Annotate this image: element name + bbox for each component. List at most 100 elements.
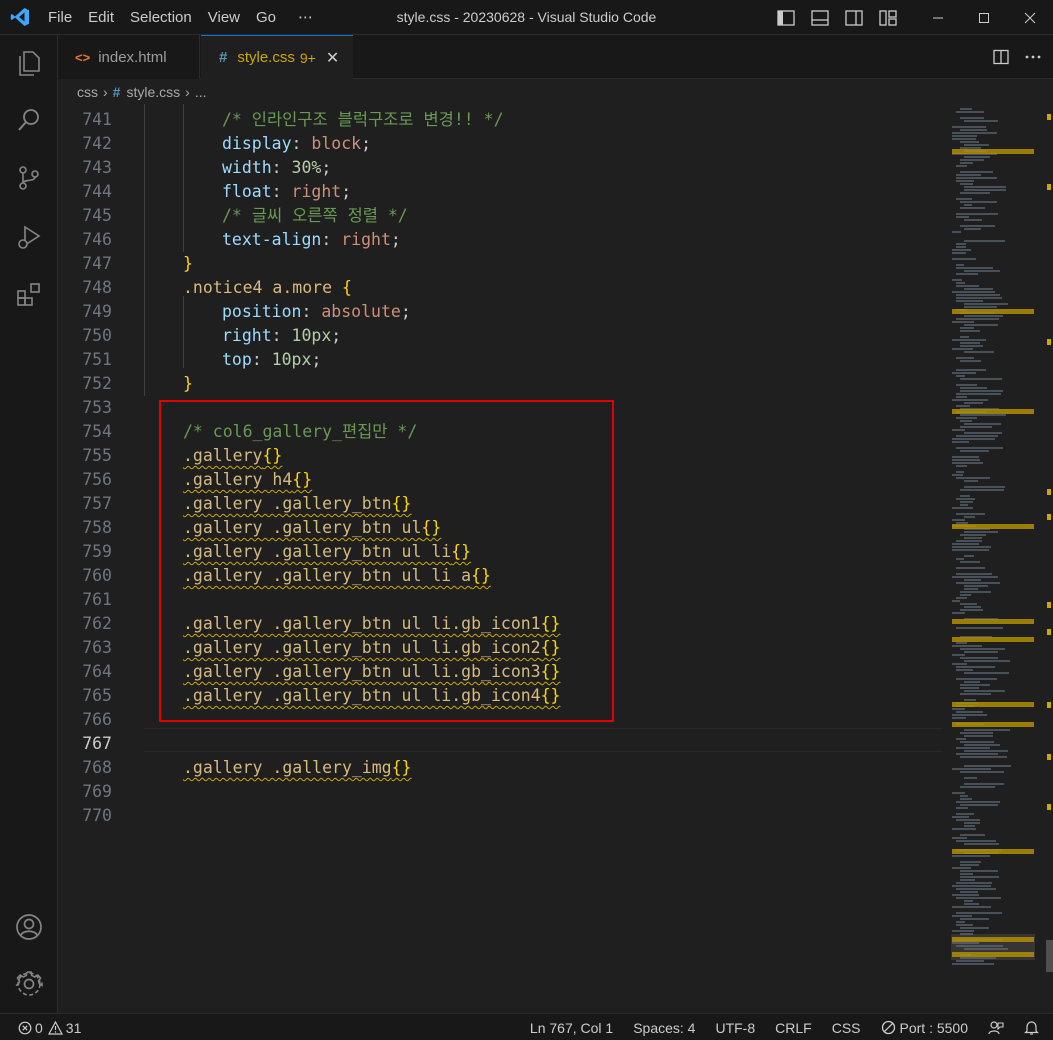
code-line[interactable]: 766	[58, 708, 943, 732]
code-line[interactable]: 742 display: block;	[58, 132, 943, 156]
feedback-icon[interactable]	[988, 1020, 1004, 1036]
minimap-line	[964, 288, 993, 290]
run-debug-icon[interactable]	[0, 213, 58, 261]
code-line[interactable]: 758 .gallery .gallery_btn ul{}	[58, 516, 943, 540]
code-line[interactable]: 760 .gallery .gallery_btn ul li a{}	[58, 564, 943, 588]
extensions-icon[interactable]	[0, 271, 58, 319]
code-line[interactable]: 753	[58, 396, 943, 420]
code-token: .gallery h4	[183, 470, 293, 489]
close-window-icon[interactable]	[1007, 0, 1053, 35]
accounts-icon[interactable]	[0, 903, 58, 951]
minimap-highlight	[952, 722, 1034, 727]
tab-style-css[interactable]: # style.css 9+ ✕	[201, 35, 353, 79]
code-text: /* 인라인구조 블럭구조로 변경!! */	[222, 108, 504, 132]
breadcrumb-symbol[interactable]: ...	[195, 84, 207, 100]
code-line[interactable]: 752}	[58, 372, 943, 396]
code-line[interactable]: 770	[58, 804, 943, 828]
code-line[interactable]: 763 .gallery .gallery_btn ul li.gb_icon2{…	[58, 636, 943, 660]
code-line[interactable]: 761	[58, 588, 943, 612]
code-line[interactable]: 767	[58, 732, 943, 756]
notifications-bell-icon[interactable]	[1024, 1020, 1039, 1036]
minimap[interactable]	[943, 104, 1053, 1013]
maximize-icon[interactable]	[961, 0, 1007, 35]
toggle-primary-sidebar-icon[interactable]	[769, 0, 803, 35]
code-line[interactable]: 759 .gallery .gallery_btn ul li{}	[58, 540, 943, 564]
menu-view[interactable]: View	[200, 0, 248, 35]
minimap-line	[960, 387, 987, 389]
more-actions-icon[interactable]	[1017, 35, 1049, 79]
toggle-panel-icon[interactable]	[803, 0, 837, 35]
code-token: top	[222, 350, 252, 369]
code-line[interactable]: 756 .gallery h4{}	[58, 468, 943, 492]
code-line[interactable]: 755 .gallery{}	[58, 444, 943, 468]
code-text: }	[183, 372, 193, 396]
code-line[interactable]: 744 float: right;	[58, 180, 943, 204]
problems-status[interactable]: 0 31	[18, 1020, 81, 1036]
minimap-line	[960, 330, 980, 332]
end-of-line[interactable]: CRLF	[775, 1020, 812, 1036]
minimap-line	[956, 369, 986, 371]
breadcrumb-folder[interactable]: css	[77, 84, 98, 100]
line-number: 745	[82, 206, 112, 225]
breadcrumb-file[interactable]: style.css	[126, 84, 180, 100]
code-token: .gallery .gallery_btn ul li	[183, 542, 452, 561]
minimap-line	[952, 663, 967, 665]
code-token: float	[222, 182, 272, 201]
code-line[interactable]: 743 width: 30%;	[58, 156, 943, 180]
code-line[interactable]: 757 .gallery .gallery_btn{}	[58, 492, 943, 516]
code-line[interactable]: 769	[58, 780, 943, 804]
minimap-line	[956, 405, 970, 407]
code-token: :	[271, 182, 292, 201]
minimap-line	[956, 267, 993, 269]
code-line[interactable]: 749 position: absolute;	[58, 300, 943, 324]
tab-index-html[interactable]: <> index.html	[58, 35, 200, 79]
vertical-scrollbar[interactable]	[1046, 940, 1053, 972]
code-line[interactable]: 748 .notice4 a.more {	[58, 276, 943, 300]
split-editor-icon[interactable]	[985, 35, 1017, 79]
customize-layout-icon[interactable]	[871, 0, 905, 35]
menu-edit[interactable]: Edit	[80, 0, 122, 35]
explorer-icon[interactable]	[0, 39, 58, 87]
encoding[interactable]: UTF-8	[715, 1020, 755, 1036]
line-number: 757	[82, 494, 112, 513]
source-control-icon[interactable]	[0, 154, 58, 202]
close-tab-icon[interactable]: ✕	[326, 48, 339, 68]
search-icon[interactable]	[0, 96, 58, 144]
code-line[interactable]: 764 .gallery .gallery_btn ul li.gb_icon3{…	[58, 660, 943, 684]
code-line[interactable]: 750 right: 10px;	[58, 324, 943, 348]
toggle-secondary-sidebar-icon[interactable]	[837, 0, 871, 35]
minimap-line	[956, 417, 977, 419]
indentation[interactable]: Spaces: 4	[633, 1020, 695, 1036]
minimap-line	[952, 258, 976, 260]
menu-go[interactable]: Go	[248, 0, 284, 35]
cursor-position[interactable]: Ln 767, Col 1	[530, 1020, 613, 1036]
code-token: .gallery .gallery_btn ul li a	[183, 566, 472, 585]
language-mode[interactable]: CSS	[832, 1020, 861, 1036]
minimap-line	[964, 588, 978, 590]
minimap-line	[956, 888, 996, 890]
code-line[interactable]: 745 /* 글씨 오른쪽 정렬 */	[58, 204, 943, 228]
minimap-line	[956, 945, 1003, 947]
code-line[interactable]: 768 .gallery .gallery_img{}	[58, 756, 943, 780]
code-line[interactable]: 754 /* col6_gallery_편집만 */	[58, 420, 943, 444]
code-line[interactable]: 747}	[58, 252, 943, 276]
code-line[interactable]: 751 top: 10px;	[58, 348, 943, 372]
settings-gear-icon[interactable]	[0, 960, 58, 1008]
code-line[interactable]: 741 /* 인라인구조 블럭구조로 변경!! */	[58, 108, 943, 132]
menu-file[interactable]: File	[40, 0, 80, 35]
code-line[interactable]: 746 text-align: right;	[58, 228, 943, 252]
live-server-status[interactable]: Port : 5500	[881, 1020, 968, 1036]
line-number: 764	[82, 662, 112, 681]
code-token: {}	[391, 758, 412, 777]
menu-more[interactable]: ⋯	[290, 0, 321, 35]
minimap-line	[956, 960, 984, 962]
code-editor[interactable]: 741 /* 인라인구조 블럭구조로 변경!! */ 742 display: blo…	[58, 104, 943, 1013]
chevron-right-icon: ›	[103, 84, 108, 100]
line-number: 761	[82, 590, 112, 609]
menu-selection[interactable]: Selection	[122, 0, 200, 35]
code-line[interactable]: 762 .gallery .gallery_btn ul li.gb_icon1{…	[58, 612, 943, 636]
code-line[interactable]: 765 .gallery .gallery_btn ul li.gb_icon4{…	[58, 684, 943, 708]
minimize-icon[interactable]	[915, 0, 961, 35]
circle-slash-icon	[881, 1020, 896, 1035]
minimap-line	[956, 678, 997, 680]
